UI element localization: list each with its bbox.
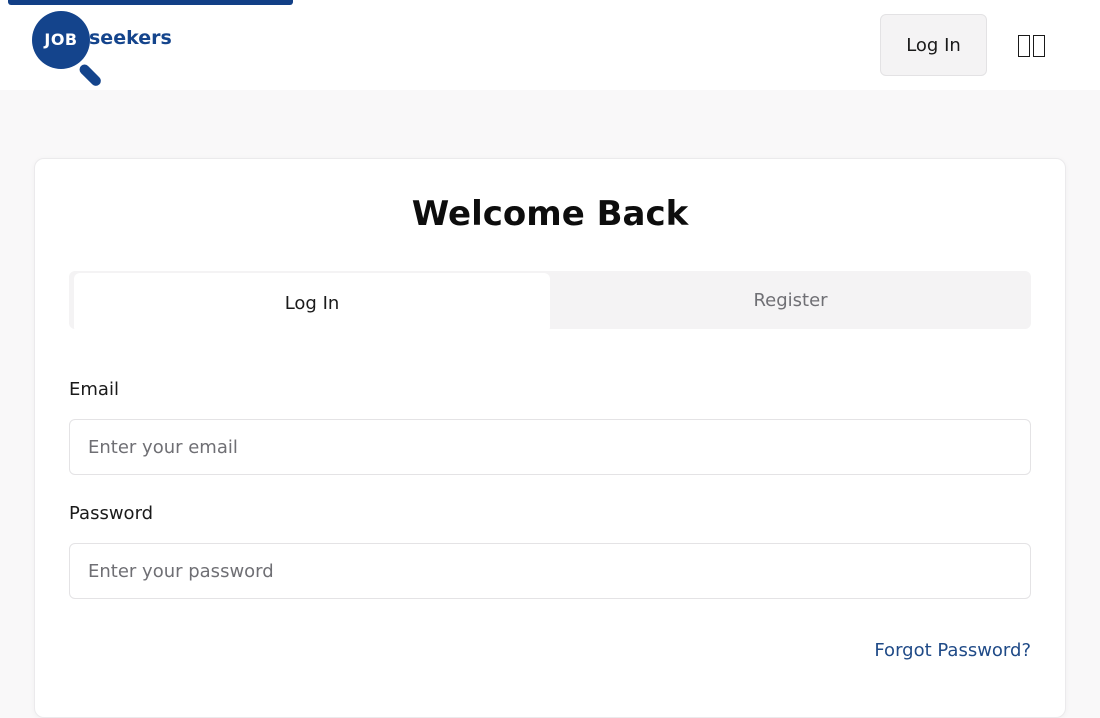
tab-login[interactable]: Log In xyxy=(74,273,550,333)
top-accent-strip xyxy=(8,0,293,5)
header-login-button[interactable]: Log In xyxy=(880,14,987,76)
magnifier-handle-icon xyxy=(77,62,103,88)
auth-tabs: Register Log In xyxy=(69,271,1031,333)
email-label: Email xyxy=(69,379,119,400)
password-field[interactable] xyxy=(69,543,1031,599)
email-field[interactable] xyxy=(69,419,1031,475)
split-view-icon[interactable] xyxy=(1018,33,1052,59)
split-view-right-pane xyxy=(1033,35,1045,57)
split-view-left-pane xyxy=(1018,35,1030,57)
logo-wordmark: seekers xyxy=(89,27,172,49)
password-label: Password xyxy=(69,503,154,524)
tab-register[interactable]: Register xyxy=(550,271,1031,329)
top-navigation-bar: JOB seekers Log In xyxy=(0,0,1100,90)
jobseekers-logo[interactable]: JOB seekers xyxy=(32,11,182,88)
forgot-password-link[interactable]: Forgot Password? xyxy=(874,640,1031,661)
logo-badge: JOB xyxy=(32,11,90,69)
page-title: Welcome Back xyxy=(411,194,689,234)
